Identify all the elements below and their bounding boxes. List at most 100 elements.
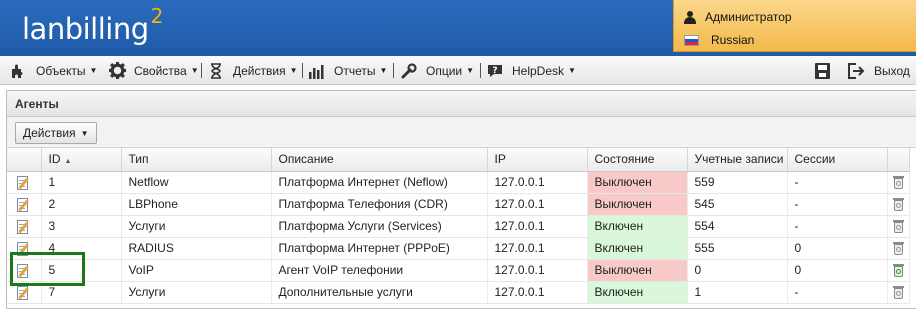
menu-label: Объекты [36, 63, 86, 78]
cell-state: Включен [587, 281, 688, 304]
cell-type: VoIP [121, 259, 272, 282]
cell-id: 5 [41, 259, 122, 282]
puzzle-icon [10, 62, 28, 80]
cell-id: 3 [41, 215, 122, 238]
cell-ip: 127.0.0.1 [487, 237, 588, 260]
table-row[interactable]: 4 RADIUS Платформа Интернет (PPPoE) 127.… [7, 237, 910, 260]
trash-icon[interactable] [892, 197, 904, 212]
edit-cell[interactable] [7, 193, 42, 216]
table-row[interactable]: 3 Услуги Платформа Услуги (Services) 127… [7, 215, 910, 238]
column-header-delete [887, 148, 910, 172]
cell-accounts: 554 [687, 215, 788, 238]
edit-cell[interactable] [7, 215, 42, 238]
menu-options[interactable]: Опции ▼ [400, 56, 474, 85]
delete-cell[interactable] [887, 215, 910, 238]
bar-chart-icon [308, 62, 326, 80]
edit-icon[interactable] [17, 241, 30, 256]
cell-sessions: - [787, 281, 888, 304]
cell-accounts: 559 [687, 171, 788, 194]
app-header: lanbilling 2 Администратор Russian [0, 0, 916, 56]
menu-helpdesk[interactable]: ? HelpDesk ▼ [486, 56, 576, 85]
cell-description: Платформа Телефония (CDR) [271, 193, 488, 216]
cell-type: Netflow [121, 171, 272, 194]
column-header-ip[interactable]: IP [487, 148, 588, 172]
cell-type: Услуги [121, 281, 272, 304]
cell-accounts: 0 [687, 259, 788, 282]
trash-icon[interactable] [892, 263, 904, 278]
edit-cell[interactable] [7, 237, 42, 260]
cell-description: Агент VoIP телефонии [271, 259, 488, 282]
table-header-row: ID ▲ Тип Описание IP Состояние Учетные за… [7, 148, 910, 172]
delete-cell[interactable] [887, 259, 910, 282]
exit-label: Выход [874, 63, 910, 78]
gear-icon [108, 62, 126, 80]
cell-description: Платформа Услуги (Services) [271, 215, 488, 238]
trash-icon[interactable] [892, 285, 904, 300]
edit-icon[interactable] [17, 197, 30, 212]
menu-objects[interactable]: Объекты ▼ [10, 56, 97, 85]
edit-cell[interactable] [7, 281, 42, 304]
column-header-id[interactable]: ID ▲ [41, 148, 122, 172]
cell-accounts: 555 [687, 237, 788, 260]
cell-state: Включен [587, 215, 688, 238]
actions-dropdown-button[interactable]: Действия ▼ [15, 122, 97, 144]
table-row[interactable]: 1 Netflow Платформа Интернет (Neflow) 12… [7, 171, 910, 194]
cell-state: Выключен [587, 259, 688, 282]
floppy-icon [813, 62, 831, 80]
menu-properties[interactable]: Свойства ▼ [108, 56, 199, 85]
edit-icon[interactable] [17, 175, 30, 190]
cell-ip: 127.0.0.1 [487, 259, 588, 282]
exit-icon [848, 62, 866, 80]
column-header-sessions[interactable]: Сессии [787, 148, 888, 172]
menu-actions[interactable]: Действия ▼ [207, 56, 298, 85]
exit-button[interactable]: Выход [848, 56, 910, 85]
app-logo[interactable]: lanbilling 2 [22, 4, 163, 46]
wrench-icon [400, 62, 418, 80]
cell-accounts: 545 [687, 193, 788, 216]
trash-icon[interactable] [892, 241, 904, 256]
cell-sessions: - [787, 171, 888, 194]
cell-ip: 127.0.0.1 [487, 193, 588, 216]
delete-cell[interactable] [887, 171, 910, 194]
user-icon [684, 10, 696, 24]
edit-icon[interactable] [17, 219, 30, 234]
cell-id: 4 [41, 237, 122, 260]
edit-cell[interactable] [7, 171, 42, 194]
save-button[interactable] [813, 56, 839, 85]
cell-ip: 127.0.0.1 [487, 281, 588, 304]
sort-ascending-icon: ▲ [64, 158, 72, 166]
edit-cell[interactable] [7, 259, 42, 282]
user-menu[interactable]: Администратор [684, 8, 792, 26]
menu-reports[interactable]: Отчеты ▼ [308, 56, 387, 85]
table-row[interactable]: 5 VoIP Агент VoIP телефонии 127.0.0.1 Вы… [7, 259, 910, 282]
edit-icon[interactable] [17, 263, 30, 278]
panel-title: Агенты [7, 91, 916, 117]
cell-state: Включен [587, 237, 688, 260]
column-header-accounts[interactable]: Учетные записи [687, 148, 788, 172]
trash-icon[interactable] [892, 219, 904, 234]
cell-description: Платформа Интернет (PPPoE) [271, 237, 488, 260]
logo-version: 2 [150, 4, 164, 28]
svg-text:?: ? [492, 66, 497, 76]
column-header-state[interactable]: Состояние [587, 148, 688, 172]
chevron-down-icon: ▼ [80, 128, 89, 138]
language-label: Russian [711, 33, 755, 47]
table-row[interactable]: 7 Услуги Дополнительные услуги 127.0.0.1… [7, 281, 910, 304]
delete-cell[interactable] [887, 237, 910, 260]
language-selector[interactable]: Russian [684, 31, 754, 49]
panel-toolbar: Действия ▼ [7, 117, 916, 148]
cell-ip: 127.0.0.1 [487, 215, 588, 238]
agents-table: ID ▲ Тип Описание IP Состояние Учетные за… [7, 148, 910, 304]
delete-cell[interactable] [887, 193, 910, 216]
trash-icon[interactable] [892, 175, 904, 190]
menu-label: Действия [233, 63, 286, 78]
cell-id: 1 [41, 171, 122, 194]
column-header-description[interactable]: Описание [271, 148, 488, 172]
user-name: Администратор [705, 10, 792, 24]
agents-panel: Агенты Действия ▼ ID ▲ Тип Описание IP Сос… [6, 90, 916, 309]
cell-type: LBPhone [121, 193, 272, 216]
column-header-type[interactable]: Тип [121, 148, 272, 172]
delete-cell[interactable] [887, 281, 910, 304]
edit-icon[interactable] [17, 285, 30, 300]
table-row[interactable]: 2 LBPhone Платформа Телефония (CDR) 127.… [7, 193, 910, 216]
